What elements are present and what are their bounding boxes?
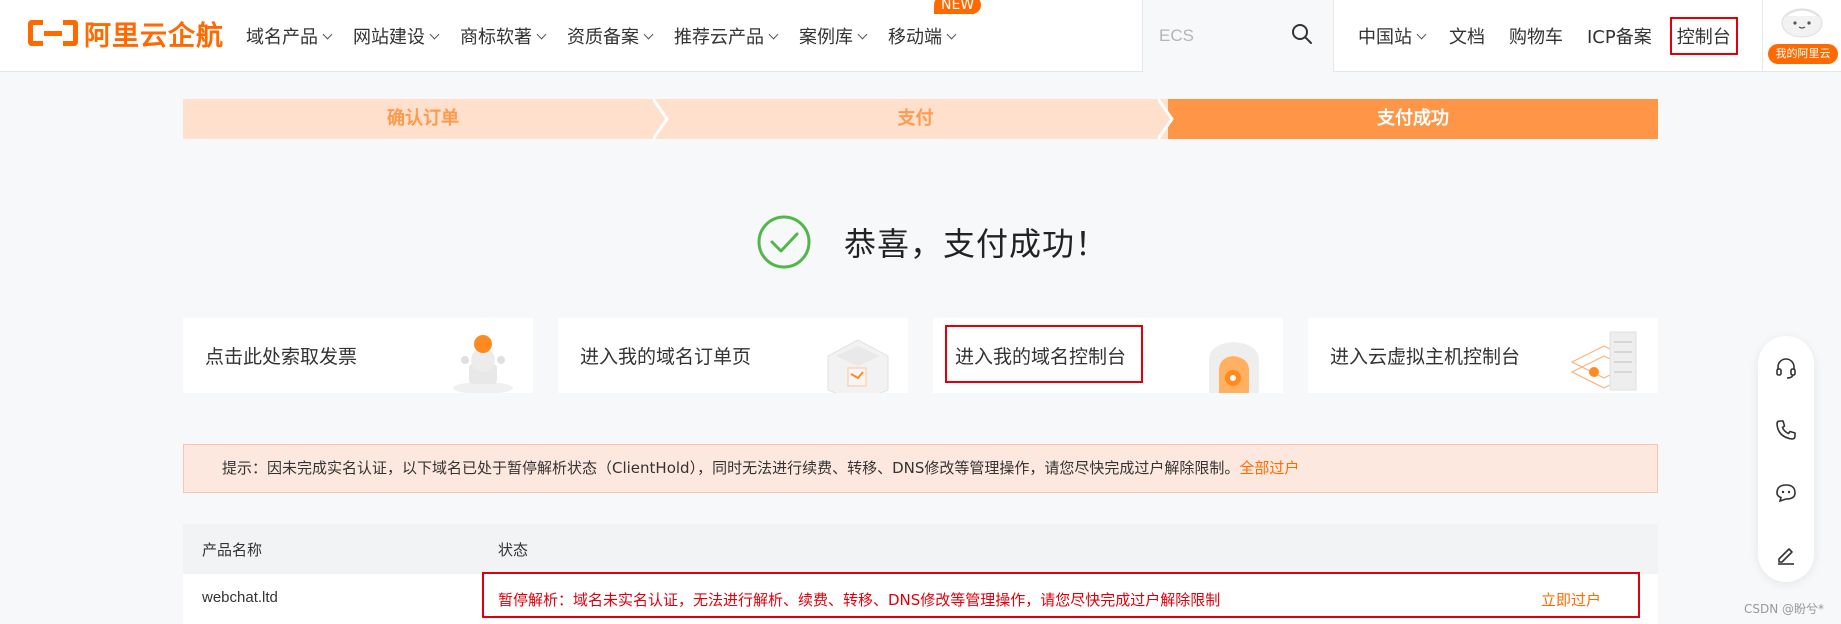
table-header: 产品名称 状态	[183, 524, 1658, 574]
region-selector[interactable]: 中国站	[1358, 23, 1427, 49]
card-request-invoice[interactable]: 点击此处索取发票	[183, 318, 533, 393]
console-link[interactable]: 控制台	[1669, 17, 1738, 55]
avatar[interactable]	[1779, 4, 1825, 38]
brand-logo[interactable]: 阿里云企航	[28, 16, 224, 52]
card-label: 进入我的域名订单页	[580, 346, 752, 368]
nav-item-recommended-cloud[interactable]: 推荐云产品	[674, 23, 779, 49]
step-payment-success: 支付成功	[1168, 99, 1658, 139]
edit-icon[interactable]	[1774, 542, 1798, 566]
nav-item-label: 域名产品	[246, 27, 318, 48]
domain-name-cell: webchat.ltd	[202, 589, 278, 606]
chevron-down-icon	[643, 29, 654, 39]
nav-item-mobile[interactable]: 移动端 NEW	[888, 0, 982, 49]
chevron-down-icon	[857, 29, 868, 39]
table-row: webchat.ltd 暂停解析：域名未实名认证，无法进行解析、续费、转移、DN…	[183, 574, 1658, 624]
nav-item-trademark[interactable]: 商标软著	[460, 23, 547, 49]
server-illustration-icon	[1570, 331, 1638, 391]
right-nav: 中国站 文档 购物车 ICP备案 控制台	[1358, 0, 1762, 72]
step-separator-icon	[653, 99, 669, 139]
payment-success-message: 恭喜，支付成功！	[756, 214, 1108, 270]
icp-link[interactable]: ICP备案	[1587, 23, 1652, 49]
new-badge: NEW	[934, 0, 982, 14]
divider	[1762, 0, 1763, 72]
chevron-down-icon	[1416, 29, 1427, 39]
transfer-all-link[interactable]: 全部过户	[1239, 459, 1299, 477]
nav-item-label: 案例库	[799, 27, 853, 48]
nav-item-website-building[interactable]: 网站建设	[353, 23, 440, 49]
status-cell: 暂停解析：域名未实名认证，无法进行解析、续费、转移、DNS修改等管理操作，请您尽…	[498, 591, 1221, 609]
nav-item-case-library[interactable]: 案例库	[799, 23, 868, 49]
column-header-status: 状态	[498, 541, 529, 559]
logo-mark-icon	[28, 18, 78, 48]
order-illustration-icon	[827, 339, 889, 393]
step-confirm-order: 确认订单	[183, 99, 663, 139]
chevron-down-icon	[429, 29, 440, 39]
nav-item-label: 移动端	[888, 27, 942, 48]
nav-item-label: 资质备案	[567, 27, 639, 48]
notice-text: 提示：因未完成实名认证，以下域名已处于暂停解析状态（ClientHold），同时…	[222, 459, 1240, 477]
headset-icon[interactable]	[1774, 356, 1798, 380]
chevron-down-icon	[322, 29, 333, 39]
nav-item-label: 网站建设	[353, 27, 425, 48]
chevron-down-icon	[946, 29, 957, 39]
search-input[interactable]	[1159, 22, 1289, 50]
card-label: 点击此处索取发票	[205, 346, 358, 368]
card-label: 进入云虚拟主机控制台	[1330, 346, 1521, 368]
success-title: 恭喜，支付成功！	[844, 225, 1109, 263]
logo-text: 阿里云企航	[84, 20, 224, 52]
invoice-illustration-icon	[453, 335, 513, 393]
chat-bot-icon[interactable]	[1774, 480, 1798, 504]
watermark: CSDN @盼兮*	[1744, 602, 1825, 616]
card-label: 进入我的域名控制台	[955, 346, 1127, 368]
column-header-product-name: 产品名称	[202, 541, 263, 559]
nav-item-label: 推荐云产品	[674, 27, 764, 48]
card-domain-console[interactable]: 进入我的域名控制台	[933, 318, 1283, 393]
nav-item-domain-products[interactable]: 域名产品	[246, 23, 333, 49]
nav-item-label: 商标软著	[460, 27, 532, 48]
region-label: 中国站	[1358, 27, 1412, 48]
main-nav: 域名产品 网站建设 商标软著 资质备案 推荐云产品 案例库 移动端 NEW	[246, 0, 982, 72]
order-progress-steps: 确认订单 支付 支付成功	[183, 99, 1658, 139]
transfer-now-link[interactable]: 立即过户	[1541, 589, 1601, 610]
step-separator-icon	[1158, 99, 1182, 139]
docs-link[interactable]: 文档	[1449, 23, 1485, 49]
card-virtual-host-console[interactable]: 进入云虚拟主机控制台	[1308, 318, 1658, 393]
card-domain-orders[interactable]: 进入我的域名订单页	[558, 318, 908, 393]
chevron-down-icon	[768, 29, 779, 39]
cart-link[interactable]: 购物车	[1509, 23, 1563, 49]
floating-toolbar	[1758, 336, 1814, 582]
check-circle-icon	[757, 215, 811, 269]
phone-icon[interactable]	[1774, 418, 1798, 442]
real-name-notice: 提示：因未完成实名认证，以下域名已处于暂停解析状态（ClientHold），同时…	[183, 444, 1658, 493]
nav-item-qualification[interactable]: 资质备案	[567, 23, 654, 49]
step-payment: 支付	[663, 99, 1168, 139]
domain-console-illustration-icon	[1209, 342, 1259, 393]
search-icon[interactable]	[1290, 22, 1314, 46]
my-aliyun-button[interactable]: 我的阿里云	[1768, 44, 1838, 64]
chevron-down-icon	[536, 29, 547, 39]
top-navigation-bar: 阿里云企航 域名产品 网站建设 商标软著 资质备案 推荐云产品 案例库 移动端 …	[0, 0, 1841, 72]
